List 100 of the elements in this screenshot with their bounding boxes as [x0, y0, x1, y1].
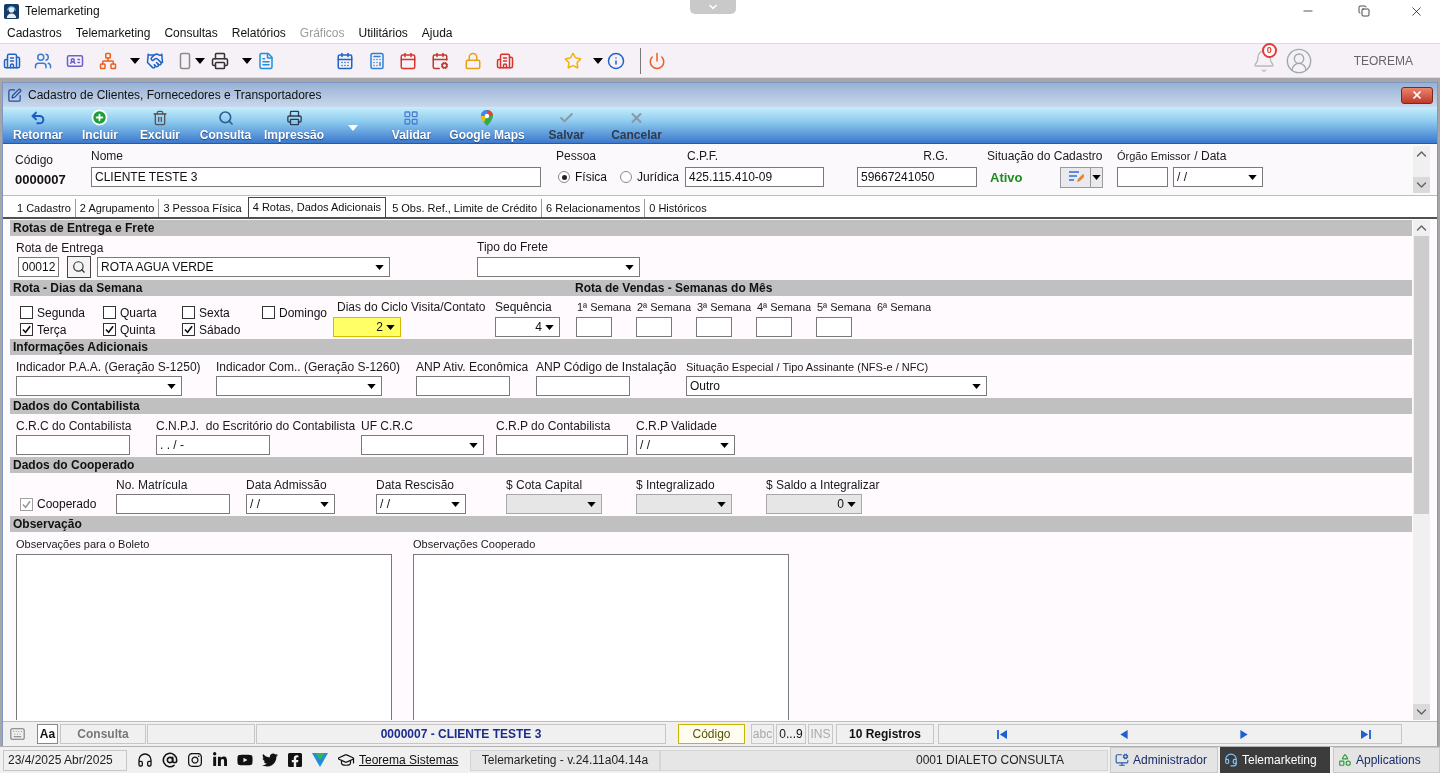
tab[interactable]: 0 Históricos	[644, 199, 711, 217]
app-button[interactable]: Telemarketing	[1220, 747, 1330, 773]
status-button[interactable]	[1060, 166, 1103, 188]
text-field[interactable]	[636, 317, 672, 337]
caret-icon	[451, 501, 460, 507]
text-field[interactable]: 425.115.410-09	[685, 167, 824, 187]
font-button[interactable]: Aa	[37, 724, 58, 744]
menu-item[interactable]: Utilitários	[358, 23, 408, 42]
twitter-icon[interactable]	[262, 752, 278, 768]
calendar-icon[interactable]	[336, 51, 354, 70]
radio-button[interactable]: Física	[558, 168, 620, 186]
menu-item[interactable]: Ajuda	[421, 23, 453, 42]
headphones-icon[interactable]	[137, 752, 153, 768]
field-label: Rota de Entrega	[16, 241, 104, 255]
info-icon[interactable]	[607, 51, 625, 70]
building-icon[interactable]	[496, 51, 514, 70]
text-field[interactable]	[756, 317, 792, 337]
text-field[interactable]	[576, 317, 612, 337]
calendar-icon[interactable]	[399, 51, 417, 70]
document-icon[interactable]	[257, 51, 275, 70]
menu-item[interactable]: Relatórios	[231, 23, 286, 42]
tab[interactable]: 5 Obs. Ref., Limite de Crédito	[388, 199, 542, 217]
radio-button[interactable]: Jurídica	[620, 168, 682, 186]
caret-icon[interactable]	[130, 57, 140, 64]
caret-icon[interactable]	[242, 57, 252, 64]
scrollbar[interactable]	[1413, 220, 1430, 720]
linkedin-icon[interactable]	[212, 752, 228, 768]
dropdown[interactable]	[361, 435, 484, 455]
checkbox[interactable]: Quinta	[103, 320, 156, 339]
text-field[interactable]	[536, 376, 630, 396]
text-field[interactable]	[1117, 167, 1168, 187]
calculator-icon[interactable]	[368, 51, 386, 70]
text-field[interactable]	[816, 317, 852, 337]
scroll-down-icon[interactable]	[1413, 704, 1430, 720]
dropdown[interactable]: / /	[376, 494, 466, 514]
text-field[interactable]	[116, 494, 230, 514]
checkbox[interactable]: Sexta	[182, 303, 230, 322]
caret-icon	[847, 501, 856, 507]
text-field[interactable]: 00012	[18, 257, 59, 277]
tab[interactable]: 3 Pessoa Física	[158, 199, 246, 217]
text-field[interactable]: 59667241050	[857, 167, 977, 187]
checkbox[interactable]: Domingo	[262, 303, 328, 322]
app-button[interactable]: Administrador	[1110, 747, 1218, 773]
menu-item[interactable]: Cadastros	[7, 23, 62, 42]
website-link[interactable]: Teorema Sistemas	[359, 751, 459, 769]
handshake-icon[interactable]	[146, 51, 164, 70]
facebook-icon[interactable]	[287, 752, 303, 768]
text-field[interactable]: . . / -	[156, 435, 270, 455]
dropdown[interactable]: ROTA AGUA VERDE	[97, 257, 390, 277]
checkbox[interactable]: Terça	[20, 320, 67, 339]
scroll-down-icon[interactable]	[1413, 177, 1430, 193]
dropdown[interactable]: / /	[1173, 167, 1263, 187]
tab[interactable]: 1 Cadastro	[13, 199, 75, 217]
printer-icon[interactable]	[211, 51, 229, 70]
text-field[interactable]	[416, 376, 510, 396]
star-icon[interactable]	[564, 51, 582, 70]
dropdown[interactable]: Outro	[686, 376, 987, 396]
scrollbar[interactable]	[1413, 146, 1430, 193]
tab[interactable]: 6 Relacionamentos	[541, 199, 645, 217]
close-button[interactable]	[1401, 86, 1433, 104]
previous-record-icon[interactable]	[1120, 729, 1128, 739]
graduation-cap-icon[interactable]	[336, 751, 356, 769]
checkbox[interactable]: Quarta	[103, 303, 157, 322]
checkbox[interactable]: Sábado	[182, 320, 241, 339]
bell-icon[interactable]	[1251, 48, 1276, 73]
text-field[interactable]	[696, 317, 732, 337]
power-icon[interactable]	[648, 51, 666, 70]
scrollbar-thumb[interactable]	[1414, 236, 1429, 514]
first-record-icon[interactable]	[997, 729, 1008, 739]
dropdown[interactable]	[477, 257, 640, 277]
last-record-icon[interactable]	[1360, 729, 1371, 739]
caret-icon[interactable]	[593, 57, 603, 64]
app-button[interactable]: Applications	[1333, 747, 1440, 773]
caret-icon	[587, 501, 596, 507]
instagram-icon[interactable]	[187, 752, 203, 768]
dropdown[interactable]: 2	[333, 317, 401, 337]
people-icon[interactable]	[34, 51, 52, 70]
tab[interactable]: 2 Agrupamento	[74, 199, 159, 217]
dropdown[interactable]: 4	[495, 317, 560, 337]
text-field[interactable]: CLIENTE TESTE 3	[91, 167, 541, 187]
dropdown[interactable]: / /	[636, 435, 735, 455]
building-icon[interactable]	[3, 51, 21, 70]
dropdown[interactable]	[216, 376, 382, 396]
menu-item[interactable]: Consultas	[164, 23, 218, 42]
text-field[interactable]	[16, 435, 130, 455]
triangle-logo-icon[interactable]	[312, 753, 328, 767]
hierarchy-icon[interactable]	[99, 51, 117, 70]
menu-item[interactable]: Telemarketing	[75, 23, 151, 42]
checkbox[interactable]: Segunda	[20, 303, 86, 322]
tab[interactable]: 4 Rotas, Dados Adicionais	[247, 197, 387, 217]
next-record-icon[interactable]	[1240, 729, 1248, 739]
dropdown[interactable]: / /	[246, 494, 335, 514]
calendar-gear-icon[interactable]	[431, 51, 449, 70]
text-field[interactable]	[496, 435, 628, 455]
caret-icon	[386, 324, 395, 330]
youtube-icon[interactable]	[237, 752, 253, 768]
lookup-button[interactable]	[67, 256, 91, 278]
caret-icon[interactable]	[195, 57, 205, 64]
dropdown[interactable]	[16, 376, 182, 396]
at-sign-icon[interactable]	[162, 752, 178, 768]
